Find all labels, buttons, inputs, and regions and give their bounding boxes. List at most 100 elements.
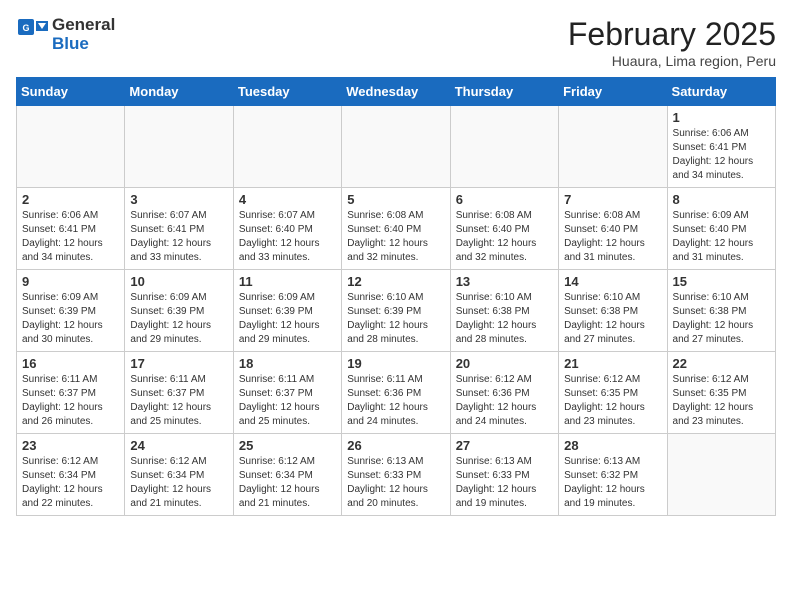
calendar-cell: 3 Sunrise: 6:07 AM Sunset: 6:41 PM Daylig…: [125, 188, 233, 270]
day-number: 5: [347, 192, 444, 207]
calendar-cell: 26 Sunrise: 6:13 AM Sunset: 6:33 PM Dayli…: [342, 434, 450, 516]
svg-text:G: G: [22, 23, 29, 33]
calendar-cell: 22Sunrise: 6:12 AM Sunset: 6:35 PM Dayli…: [667, 352, 775, 434]
weekday-header-row: SundayMondayTuesdayWednesdayThursdayFrid…: [17, 78, 776, 106]
calendar-cell: [17, 106, 125, 188]
calendar-cell: 10 Sunrise: 6:09 AM Sunset: 6:39 PM Dayli…: [125, 270, 233, 352]
day-number: 20: [456, 356, 553, 371]
weekday-header-wednesday: Wednesday: [342, 78, 450, 106]
calendar-cell: 18 Sunrise: 6:11 AM Sunset: 6:37 PM Dayli…: [233, 352, 341, 434]
calendar-table: SundayMondayTuesdayWednesdayThursdayFrid…: [16, 77, 776, 516]
day-number: 15: [673, 274, 770, 289]
calendar-cell: 24 Sunrise: 6:12 AM Sunset: 6:34 PM Dayli…: [125, 434, 233, 516]
day-info: Sunrise: 6:09 AM Sunset: 6:40 PM Dayligh…: [673, 209, 770, 265]
day-number: 18: [239, 356, 336, 371]
day-number: 2: [22, 192, 119, 207]
calendar-cell: 28Sunrise: 6:13 AM Sunset: 6:32 PM Dayli…: [559, 434, 667, 516]
day-number: 26: [347, 438, 444, 453]
calendar-cell: 5Sunrise: 6:08 AM Sunset: 6:40 PM Daylig…: [342, 188, 450, 270]
logo: G General Blue: [16, 16, 115, 53]
day-number: 9: [22, 274, 119, 289]
day-number: 28: [564, 438, 661, 453]
day-number: 4: [239, 192, 336, 207]
logo-general-text: General: [52, 16, 115, 35]
day-number: 3: [130, 192, 227, 207]
calendar-location: Huaura, Lima region, Peru: [568, 53, 776, 69]
calendar-cell: 15Sunrise: 6:10 AM Sunset: 6:38 PM Dayli…: [667, 270, 775, 352]
calendar-week-row: 2 Sunrise: 6:06 AM Sunset: 6:41 PM Daylig…: [17, 188, 776, 270]
calendar-cell: 14Sunrise: 6:10 AM Sunset: 6:38 PM Dayli…: [559, 270, 667, 352]
title-block: February 2025 Huaura, Lima region, Peru: [568, 16, 776, 69]
calendar-cell: 4 Sunrise: 6:07 AM Sunset: 6:40 PM Daylig…: [233, 188, 341, 270]
calendar-cell: [450, 106, 558, 188]
calendar-cell: 8 Sunrise: 6:09 AM Sunset: 6:40 PM Daylig…: [667, 188, 775, 270]
calendar-cell: 20 Sunrise: 6:12 AM Sunset: 6:36 PM Dayli…: [450, 352, 558, 434]
day-number: 23: [22, 438, 119, 453]
calendar-cell: 9 Sunrise: 6:09 AM Sunset: 6:39 PM Daylig…: [17, 270, 125, 352]
day-info: Sunrise: 6:10 AM Sunset: 6:39 PM Dayligh…: [347, 291, 444, 347]
day-info: Sunrise: 6:13 AM Sunset: 6:33 PM Dayligh…: [456, 455, 553, 511]
day-info: Sunrise: 6:10 AM Sunset: 6:38 PM Dayligh…: [456, 291, 553, 347]
calendar-cell: [667, 434, 775, 516]
day-info: Sunrise: 6:06 AM Sunset: 6:41 PM Dayligh…: [673, 127, 770, 183]
calendar-week-row: 9 Sunrise: 6:09 AM Sunset: 6:39 PM Daylig…: [17, 270, 776, 352]
day-number: 7: [564, 192, 661, 207]
page-header: G General Blue February 2025 Huaura, Lim…: [16, 16, 776, 69]
day-info: Sunrise: 6:13 AM Sunset: 6:33 PM Dayligh…: [347, 455, 444, 511]
day-info: Sunrise: 6:08 AM Sunset: 6:40 PM Dayligh…: [564, 209, 661, 265]
calendar-cell: 25Sunrise: 6:12 AM Sunset: 6:34 PM Dayli…: [233, 434, 341, 516]
day-info: Sunrise: 6:06 AM Sunset: 6:41 PM Dayligh…: [22, 209, 119, 265]
day-number: 6: [456, 192, 553, 207]
calendar-cell: 1 Sunrise: 6:06 AM Sunset: 6:41 PM Daylig…: [667, 106, 775, 188]
logo-blue-text: Blue: [52, 35, 115, 54]
day-info: Sunrise: 6:09 AM Sunset: 6:39 PM Dayligh…: [130, 291, 227, 347]
day-number: 27: [456, 438, 553, 453]
weekday-header-thursday: Thursday: [450, 78, 558, 106]
calendar-cell: 13 Sunrise: 6:10 AM Sunset: 6:38 PM Dayli…: [450, 270, 558, 352]
calendar-week-row: 16 Sunrise: 6:11 AM Sunset: 6:37 PM Dayli…: [17, 352, 776, 434]
weekday-header-monday: Monday: [125, 78, 233, 106]
day-info: Sunrise: 6:11 AM Sunset: 6:37 PM Dayligh…: [239, 373, 336, 429]
calendar-cell: [125, 106, 233, 188]
day-number: 1: [673, 110, 770, 125]
day-info: Sunrise: 6:07 AM Sunset: 6:41 PM Dayligh…: [130, 209, 227, 265]
calendar-cell: 19Sunrise: 6:11 AM Sunset: 6:36 PM Dayli…: [342, 352, 450, 434]
day-number: 16: [22, 356, 119, 371]
day-info: Sunrise: 6:09 AM Sunset: 6:39 PM Dayligh…: [239, 291, 336, 347]
calendar-cell: 16 Sunrise: 6:11 AM Sunset: 6:37 PM Dayli…: [17, 352, 125, 434]
day-info: Sunrise: 6:12 AM Sunset: 6:34 PM Dayligh…: [130, 455, 227, 511]
day-info: Sunrise: 6:12 AM Sunset: 6:35 PM Dayligh…: [564, 373, 661, 429]
calendar-week-row: 1 Sunrise: 6:06 AM Sunset: 6:41 PM Daylig…: [17, 106, 776, 188]
day-number: 24: [130, 438, 227, 453]
weekday-header-sunday: Sunday: [17, 78, 125, 106]
calendar-cell: 2 Sunrise: 6:06 AM Sunset: 6:41 PM Daylig…: [17, 188, 125, 270]
day-info: Sunrise: 6:11 AM Sunset: 6:37 PM Dayligh…: [130, 373, 227, 429]
day-number: 8: [673, 192, 770, 207]
day-info: Sunrise: 6:07 AM Sunset: 6:40 PM Dayligh…: [239, 209, 336, 265]
day-number: 13: [456, 274, 553, 289]
logo-text-block: General Blue: [52, 16, 115, 53]
day-info: Sunrise: 6:08 AM Sunset: 6:40 PM Dayligh…: [456, 209, 553, 265]
calendar-cell: 6 Sunrise: 6:08 AM Sunset: 6:40 PM Daylig…: [450, 188, 558, 270]
weekday-header-tuesday: Tuesday: [233, 78, 341, 106]
calendar-cell: 17 Sunrise: 6:11 AM Sunset: 6:37 PM Dayli…: [125, 352, 233, 434]
calendar-cell: [233, 106, 341, 188]
calendar-cell: 21Sunrise: 6:12 AM Sunset: 6:35 PM Dayli…: [559, 352, 667, 434]
day-info: Sunrise: 6:11 AM Sunset: 6:37 PM Dayligh…: [22, 373, 119, 429]
day-info: Sunrise: 6:09 AM Sunset: 6:39 PM Dayligh…: [22, 291, 119, 347]
day-number: 10: [130, 274, 227, 289]
weekday-header-friday: Friday: [559, 78, 667, 106]
day-info: Sunrise: 6:12 AM Sunset: 6:36 PM Dayligh…: [456, 373, 553, 429]
day-info: Sunrise: 6:12 AM Sunset: 6:34 PM Dayligh…: [22, 455, 119, 511]
calendar-cell: 23 Sunrise: 6:12 AM Sunset: 6:34 PM Dayli…: [17, 434, 125, 516]
calendar-cell: [342, 106, 450, 188]
day-number: 19: [347, 356, 444, 371]
logo-icon: G: [16, 17, 52, 53]
day-number: 17: [130, 356, 227, 371]
day-info: Sunrise: 6:12 AM Sunset: 6:34 PM Dayligh…: [239, 455, 336, 511]
calendar-week-row: 23 Sunrise: 6:12 AM Sunset: 6:34 PM Dayli…: [17, 434, 776, 516]
calendar-cell: 11Sunrise: 6:09 AM Sunset: 6:39 PM Dayli…: [233, 270, 341, 352]
calendar-cell: 7 Sunrise: 6:08 AM Sunset: 6:40 PM Daylig…: [559, 188, 667, 270]
calendar-title: February 2025: [568, 16, 776, 53]
weekday-header-saturday: Saturday: [667, 78, 775, 106]
